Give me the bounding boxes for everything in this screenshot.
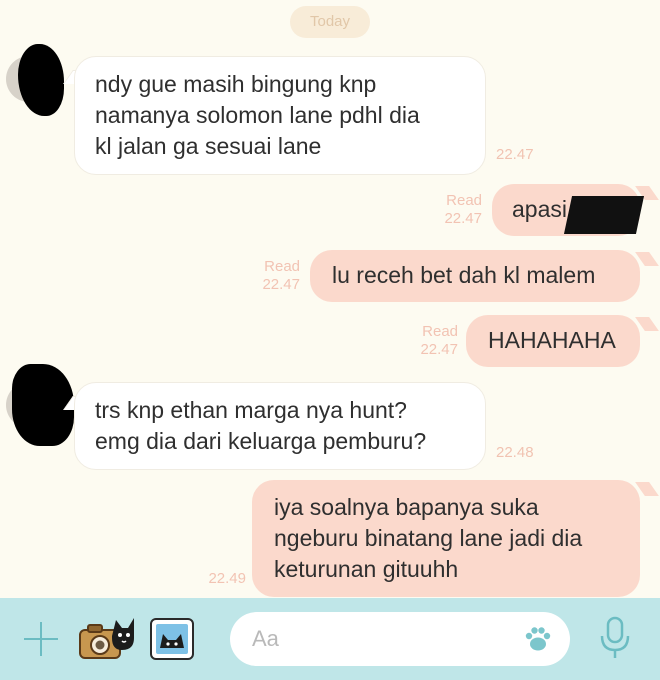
message-text: apasi [512,196,567,222]
message-text: lu receh bet dah kl malem [332,262,596,288]
message-time: 22.47 [444,210,482,227]
plus-icon[interactable] [24,622,58,656]
date-separator: Today [290,6,370,38]
paw-icon[interactable] [524,626,552,652]
text-redaction [563,196,645,234]
message-time: 22.49 [208,570,246,587]
message-line: kl jalan ga sesuai lane [95,133,322,159]
read-receipt: Read 22.47 [420,192,482,228]
composer-bar: Aa [0,598,660,680]
read-receipt: Read 22.47 [238,258,300,294]
message-bubble-incoming[interactable]: trs knp ethan marga nya hunt? emg dia da… [74,382,486,470]
camera-sticker-icon[interactable] [78,614,136,662]
message-time: 22.47 [262,276,300,293]
message-line: iya soalnya bapanya suka [274,494,539,520]
message-line: keturunan gituuhh [274,556,459,582]
message-bubble-outgoing[interactable]: iya soalnya bapanya suka ngeburu binatan… [252,480,640,597]
message-bubble-outgoing[interactable]: lu receh bet dah kl malem [310,250,640,302]
read-label: Read [446,192,482,209]
read-label: Read [264,258,300,275]
message-time: 22.48 [496,444,534,461]
message-input[interactable]: Aa [230,612,570,666]
message-time: 22.47 [496,146,534,163]
message-line: namanya solomon lane pdhl dia [95,102,420,128]
message-line: trs knp ethan marga nya hunt? [95,397,407,423]
message-line: ngeburu binatang lane jadi dia [274,525,583,551]
message-bubble-outgoing[interactable]: HAHAHAHA [466,315,640,367]
message-line: ndy gue masih bingung knp [95,71,377,97]
avatar-redaction [18,44,64,116]
mic-icon[interactable] [598,616,632,660]
read-label: Read [422,323,458,340]
message-line: emg dia dari keluarga pemburu? [95,428,427,454]
message-bubble-incoming[interactable]: ndy gue masih bingung knp namanya solomo… [74,56,486,175]
image-icon[interactable] [150,618,194,660]
message-time: 22.47 [420,341,458,358]
input-placeholder: Aa [252,626,279,651]
avatar-redaction [12,364,74,446]
message-text: HAHAHAHA [488,327,616,353]
read-receipt: Read 22.47 [396,323,458,359]
